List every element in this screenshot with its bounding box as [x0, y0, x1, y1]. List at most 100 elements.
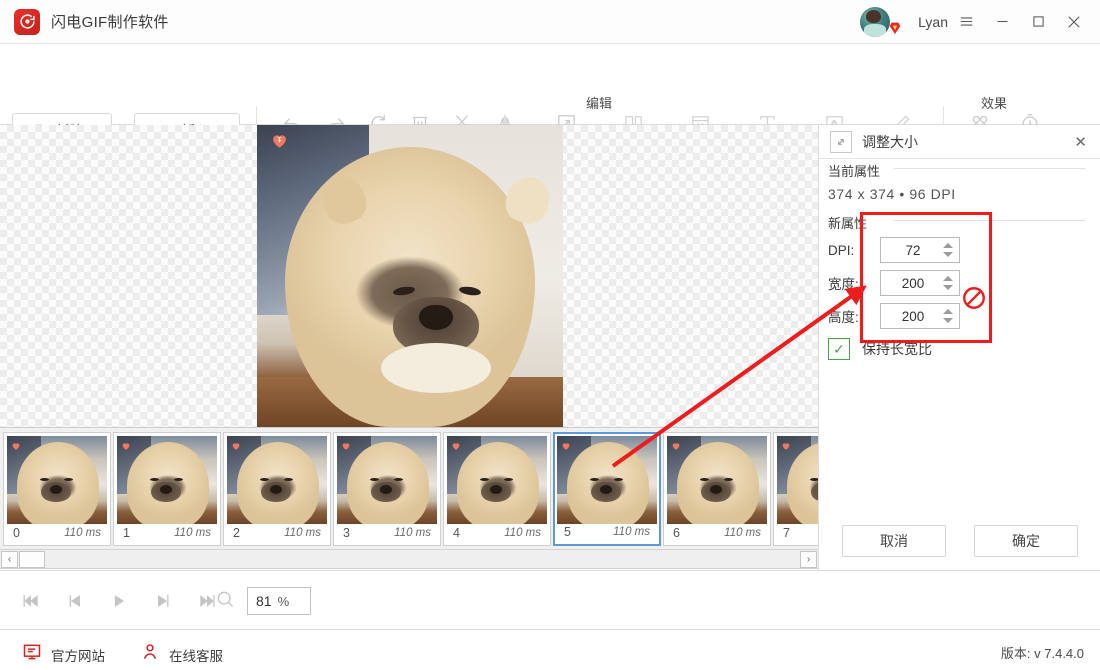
scrollbar-thumb[interactable]: [19, 551, 45, 568]
close-icon[interactable]: ✕: [1074, 133, 1087, 151]
frame-duration: 110 ms: [724, 527, 761, 539]
check-icon: ✓: [833, 341, 845, 358]
scroll-left-icon[interactable]: ‹: [1, 551, 18, 568]
frame-duration: 110 ms: [504, 527, 541, 539]
title-bar: 闪电GIF制作软件 Lyan: [0, 0, 1100, 44]
frame-image: [227, 436, 327, 524]
main-toolbar: 新建 › 插入 › 编辑 效果 撤销 重做: [0, 44, 1100, 125]
resize-icon: [830, 131, 852, 153]
zoom-value[interactable]: 81: [256, 593, 272, 609]
frame-thumbnail[interactable]: 3 110 ms: [333, 432, 441, 546]
frame-thumbnail[interactable]: 0 110 ms: [3, 432, 111, 546]
frame-duration: 110 ms: [613, 526, 650, 538]
frame-meta: 2 110 ms: [224, 524, 330, 542]
frame-thumbnail-selected[interactable]: 5 110 ms: [553, 432, 661, 546]
heart-watermark-icon: [671, 438, 681, 448]
frame-thumbnail[interactable]: 2 110 ms: [223, 432, 331, 546]
avatar[interactable]: [860, 7, 890, 37]
heart-watermark-icon: [11, 438, 21, 448]
resize-panel-actions: 取消 确定: [818, 525, 1100, 570]
frame-thumbnail[interactable]: 1 110 ms: [113, 432, 221, 546]
person-icon: [140, 642, 160, 667]
dog-eye-left: [393, 285, 416, 296]
canvas-area[interactable]: [0, 125, 818, 427]
current-props-value: 374 x 374 • 96 DPI: [828, 186, 956, 202]
heart-watermark-icon: [561, 438, 571, 448]
frame-meta: 1 110 ms: [114, 524, 220, 542]
frame-image: [337, 436, 437, 524]
frame-duration: 110 ms: [394, 527, 431, 539]
online-support-label: 在线客服: [169, 645, 223, 665]
username-label: Lyan: [918, 14, 948, 30]
next-frame-icon[interactable]: [146, 585, 180, 617]
user-avatar-image: [860, 7, 890, 37]
magnifier-icon[interactable]: [215, 589, 235, 614]
vip-diamond-badge-icon: [887, 20, 903, 36]
heart-watermark-icon: [341, 438, 351, 448]
preview-image: [257, 125, 563, 427]
cancel-button[interactable]: 取消: [842, 525, 946, 557]
official-website-link[interactable]: 官方网站: [22, 642, 105, 667]
zoom-unit: %: [278, 594, 290, 609]
monitor-icon: [22, 642, 42, 667]
filmstrip[interactable]: 0 110 ms 1 110 ms: [0, 427, 818, 549]
confirm-button[interactable]: 确定: [974, 525, 1078, 557]
resize-panel-title: 调整大小: [862, 132, 918, 152]
zoom-control: 81 %: [215, 587, 311, 615]
footer-bar: 官方网站 在线客服 版本: v 7.4.4.0: [0, 630, 1100, 670]
heart-watermark-icon: [121, 438, 131, 448]
frame-index: 6: [673, 526, 680, 540]
filmstrip-scrollbar[interactable]: ‹ ›: [0, 549, 818, 569]
frame-index: 5: [564, 525, 571, 539]
dog-chin: [381, 343, 491, 393]
annotation-highlight-box: [860, 212, 992, 343]
app-logo-icon: [14, 9, 40, 35]
first-frame-icon[interactable]: [14, 585, 48, 617]
frame-image: [7, 436, 107, 524]
frame-index: 0: [13, 526, 20, 540]
frame-thumbnail[interactable]: 6 110 ms: [663, 432, 771, 546]
heart-watermark-icon: [231, 438, 241, 448]
dog-eye-right: [459, 285, 482, 296]
frame-thumbnail[interactable]: 7 110 ms: [773, 432, 818, 546]
prohibited-sign-icon: [961, 285, 987, 311]
dog-nose: [419, 305, 453, 330]
frame-meta: 6 110 ms: [664, 524, 770, 542]
frame-meta: 5 110 ms: [555, 523, 659, 541]
online-support-link[interactable]: 在线客服: [140, 642, 223, 667]
zoom-stepper[interactable]: 81 %: [247, 587, 311, 615]
app-title: 闪电GIF制作软件: [51, 11, 169, 32]
heart-watermark-icon: [781, 438, 791, 448]
frame-thumbnail[interactable]: 4 110 ms: [443, 432, 551, 546]
application-window: 闪电GIF制作软件 Lyan: [0, 0, 1100, 670]
frame-meta: 0 110 ms: [4, 524, 110, 542]
titlebar-right-controls: Lyan: [860, 0, 1100, 43]
frame-image: [447, 436, 547, 524]
frame-image: [777, 436, 818, 524]
menu-icon[interactable]: [948, 0, 984, 44]
frame-index: 7: [783, 526, 790, 540]
current-props-label: 当前属性: [828, 161, 886, 180]
maximize-icon[interactable]: [1020, 0, 1056, 44]
prev-frame-icon[interactable]: [58, 585, 92, 617]
playback-controls: [14, 585, 224, 617]
version-label: 版本: v 7.4.4.0: [1001, 643, 1084, 662]
frame-image: [117, 436, 217, 524]
minimize-icon[interactable]: [984, 0, 1020, 44]
keep-ratio-checkbox[interactable]: ✓: [828, 338, 850, 360]
close-icon[interactable]: [1056, 0, 1092, 44]
frame-index: 2: [233, 526, 240, 540]
frame-index: 4: [453, 526, 460, 540]
heart-watermark-icon: [451, 438, 461, 448]
frame-meta: 3 110 ms: [334, 524, 440, 542]
frame-duration: 110 ms: [64, 527, 101, 539]
heart-watermark-icon: [269, 130, 289, 150]
scroll-right-icon[interactable]: ›: [800, 551, 817, 568]
frame-duration: 110 ms: [284, 527, 321, 539]
play-icon[interactable]: [102, 585, 136, 617]
frame-index: 3: [343, 526, 350, 540]
status-bar: 81 % 总帧数: 300 已选帧数: 1 已选帧数索引: 8 i 此操作将应用…: [0, 570, 1100, 630]
photo-dog: [285, 147, 535, 427]
frame-image: [557, 436, 657, 524]
frame-meta: 7 110 ms: [774, 524, 818, 542]
